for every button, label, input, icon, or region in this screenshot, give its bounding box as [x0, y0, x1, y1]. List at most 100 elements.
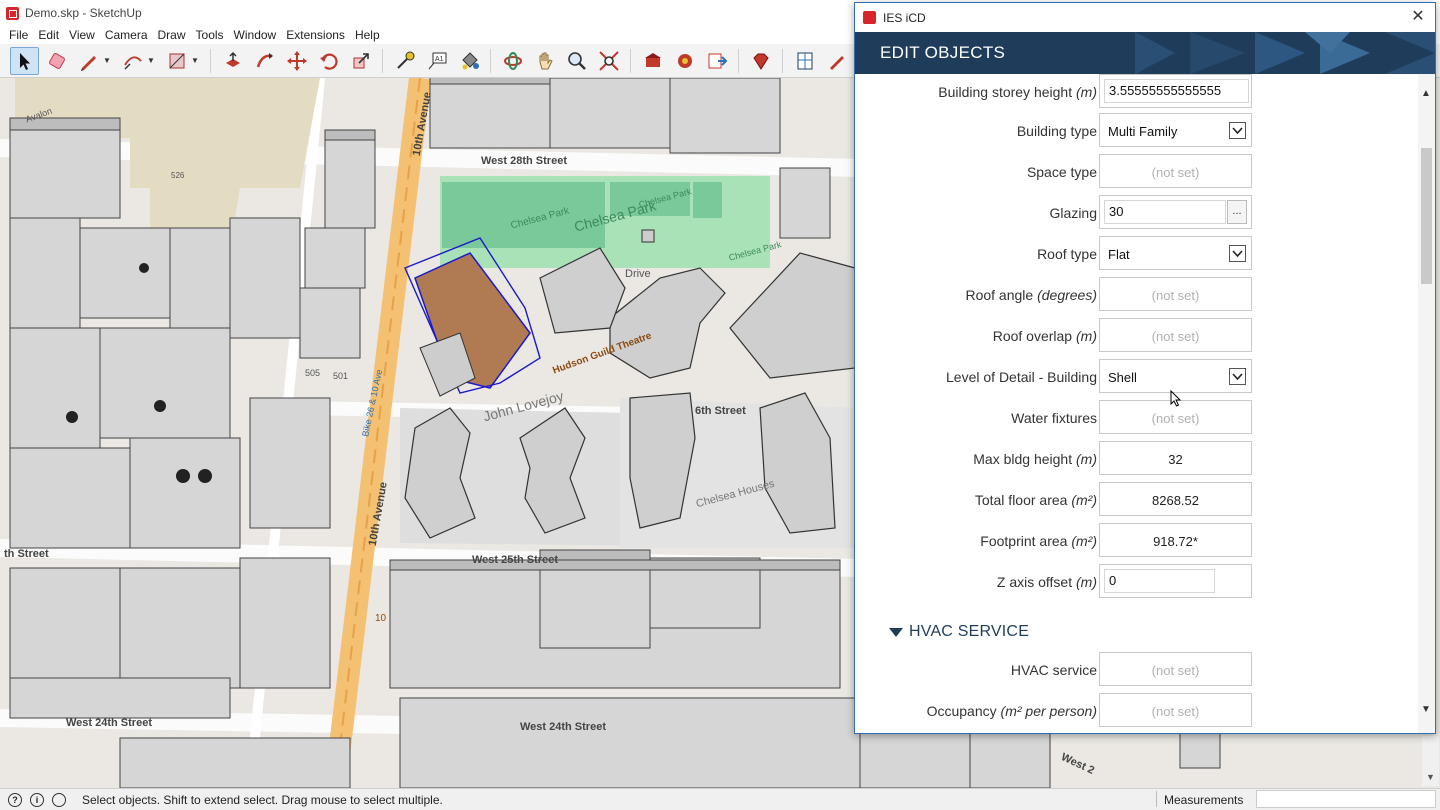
field-hvac-service: HVAC service (not set): [855, 652, 1419, 686]
field-building-storey-height: Building storey height (m) 3.55555555555…: [855, 74, 1419, 108]
field-value: 918.72*: [1153, 534, 1198, 549]
pencil-dropdown-icon[interactable]: ▼: [103, 56, 111, 65]
orbit-tool-icon[interactable]: [498, 47, 527, 75]
zoom-tool-icon[interactable]: [562, 47, 591, 75]
menu-view[interactable]: View: [64, 28, 100, 42]
rectangle-dropdown-icon[interactable]: ▼: [191, 56, 199, 65]
properties-scrollbar[interactable]: ▲ ▼: [1418, 74, 1435, 733]
field-label: Z axis offset (m): [996, 574, 1097, 590]
field-label: Footprint area (m²): [980, 533, 1097, 549]
measurements-input[interactable]: [1256, 790, 1436, 808]
occupancy-field[interactable]: (not set): [1099, 693, 1252, 727]
move-tool-icon[interactable]: [282, 47, 311, 75]
scroll-up-arrow-icon[interactable]: ▲: [1421, 88, 1431, 99]
field-label: Space type: [1026, 164, 1097, 180]
street-label-west-24th-mid: West 24th Street: [520, 721, 606, 733]
select-tool-icon[interactable]: [10, 46, 39, 75]
roof-overlap-field[interactable]: (not set): [1099, 318, 1252, 352]
roof-angle-field[interactable]: (not set): [1099, 277, 1252, 311]
user-account-icon[interactable]: [52, 792, 66, 807]
field-value: 32: [1168, 452, 1183, 467]
rotate-tool-icon[interactable]: [314, 47, 343, 75]
glazing-more-button[interactable]: ...: [1227, 200, 1247, 224]
close-icon[interactable]: ✕: [1409, 8, 1427, 26]
field-label: Roof type: [1037, 246, 1097, 262]
ruby-console-tool-icon[interactable]: [746, 47, 775, 75]
menu-camera[interactable]: Camera: [100, 28, 153, 42]
pencil-tool-icon[interactable]: [74, 47, 103, 75]
scroll-down-arrow-icon[interactable]: ▼: [1421, 704, 1431, 715]
address-label-526: 526: [171, 171, 185, 180]
menu-edit[interactable]: Edit: [33, 28, 64, 42]
address-label-10: 10: [375, 613, 387, 624]
rectangle-tool-icon[interactable]: [162, 47, 191, 75]
building-type-dropdown[interactable]: Multi Family: [1099, 113, 1252, 147]
follow-me-tool-icon[interactable]: [250, 47, 279, 75]
zoom-extents-tool-icon[interactable]: [594, 47, 623, 75]
field-roof-angle: Roof angle (degrees) (not set): [855, 277, 1419, 311]
eraser-tool-icon[interactable]: [42, 47, 71, 75]
field-label: Roof angle (degrees): [965, 287, 1097, 303]
chevron-down-icon[interactable]: [1229, 122, 1246, 139]
address-label-501: 501: [333, 371, 349, 381]
credits-icon[interactable]: i: [30, 792, 44, 807]
extension-warehouse-tool-icon[interactable]: [670, 47, 699, 75]
tape-measure-tool-icon[interactable]: [390, 47, 419, 75]
menu-extensions[interactable]: Extensions: [281, 28, 350, 42]
pan-tool-icon[interactable]: [530, 47, 559, 75]
section-title: HVAC SERVICE: [909, 623, 1030, 640]
street-label-drive: Drive: [625, 268, 651, 280]
dialog-header: EDIT OBJECTS: [855, 32, 1435, 74]
warehouse-tool-icon[interactable]: [638, 47, 667, 75]
scrollbar-thumb[interactable]: [1421, 148, 1432, 284]
window-title: Demo.skp - SketchUp: [25, 6, 142, 20]
viewport-scrollbar[interactable]: ▼: [1422, 736, 1439, 786]
max-bldg-height-field[interactable]: 32: [1099, 441, 1252, 475]
chevron-down-icon[interactable]: [1229, 368, 1246, 385]
field-label: Building type: [1016, 123, 1097, 139]
arc-dropdown-icon[interactable]: ▼: [147, 56, 155, 65]
space-type-field[interactable]: (not set): [1099, 154, 1252, 188]
collapse-triangle-icon[interactable]: [889, 627, 903, 637]
field-level-of-detail: Level of Detail - Building Shell: [855, 359, 1419, 393]
field-label: Occupancy (m² per person): [926, 703, 1097, 719]
push-pull-tool-icon[interactable]: [218, 47, 247, 75]
chevron-down-icon[interactable]: [1229, 245, 1246, 262]
ies-app-icon: [863, 11, 876, 24]
footprint-area-field[interactable]: 918.72*: [1099, 523, 1252, 557]
total-floor-area-field[interactable]: 8268.52: [1099, 482, 1252, 516]
field-label: HVAC service: [1010, 662, 1097, 678]
field-value: (not set): [1151, 663, 1200, 678]
geo-location-icon[interactable]: ?: [8, 792, 22, 807]
menu-draw[interactable]: Draw: [153, 28, 191, 42]
toolbar-separator: [630, 48, 631, 73]
building-storey-height-input[interactable]: 3.55555555555555: [1104, 79, 1249, 103]
hvac-section-header[interactable]: HVAC SERVICE: [889, 623, 1029, 641]
hvac-service-field[interactable]: (not set): [1099, 652, 1252, 686]
menu-tools[interactable]: Tools: [191, 28, 229, 42]
header-decoration: [1135, 32, 1435, 74]
arc-tool-icon[interactable]: [118, 47, 147, 75]
menu-file[interactable]: File: [4, 28, 33, 42]
menu-window[interactable]: Window: [229, 28, 282, 42]
ies-model-tool-icon[interactable]: [790, 47, 819, 75]
status-bar: ? i Select objects. Shift to extend sele…: [0, 788, 1440, 810]
field-z-axis-offset: Z axis offset (m) 0: [855, 564, 1419, 598]
z-axis-offset-input[interactable]: 0: [1104, 569, 1215, 593]
scroll-down-arrow-icon[interactable]: ▼: [1426, 772, 1435, 782]
menu-help[interactable]: Help: [350, 28, 385, 42]
field-water-fixtures: Water fixtures (not set): [855, 400, 1419, 434]
glazing-input[interactable]: 30: [1104, 200, 1226, 224]
paint-bucket-tool-icon[interactable]: [454, 47, 483, 75]
roof-type-dropdown[interactable]: Flat: [1099, 236, 1252, 270]
text-tool-icon[interactable]: A1: [422, 47, 451, 75]
dialog-header-title: EDIT OBJECTS: [880, 43, 1006, 62]
send-to-layout-tool-icon[interactable]: [702, 47, 731, 75]
street-label-west-28th: West 28th Street: [481, 155, 567, 167]
ies-draw-tool-icon[interactable]: [822, 47, 851, 75]
street-label-west-25th: West 25th Street: [472, 554, 558, 566]
level-of-detail-dropdown[interactable]: Shell: [1099, 359, 1252, 393]
status-divider: [1156, 791, 1157, 807]
field-space-type: Space type (not set): [855, 154, 1419, 188]
scale-tool-icon[interactable]: [346, 47, 375, 75]
